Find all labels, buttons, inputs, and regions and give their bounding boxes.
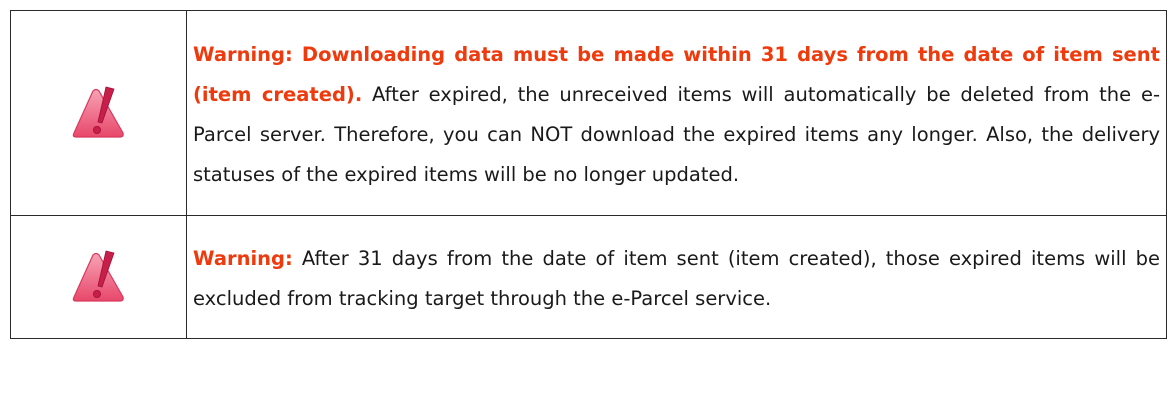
warning-icon-cell bbox=[10, 215, 187, 339]
warning-text-cell: Warning: After 31 days from the date of … bbox=[186, 215, 1167, 339]
warning-row: Warning: After 31 days from the date of … bbox=[10, 215, 1167, 339]
warning-icon bbox=[72, 250, 124, 302]
warning-body: After 31 days from the date of item sent… bbox=[193, 247, 1160, 310]
warning-row: Warning: Downloading data must be made w… bbox=[10, 10, 1167, 216]
warning-notes-table: Warning: Downloading data must be made w… bbox=[10, 10, 1167, 339]
warning-text-cell: Warning: Downloading data must be made w… bbox=[186, 10, 1167, 216]
warning-icon bbox=[72, 86, 124, 138]
warning-icon-cell bbox=[10, 10, 187, 216]
warning-lead: Warning: bbox=[193, 247, 293, 270]
